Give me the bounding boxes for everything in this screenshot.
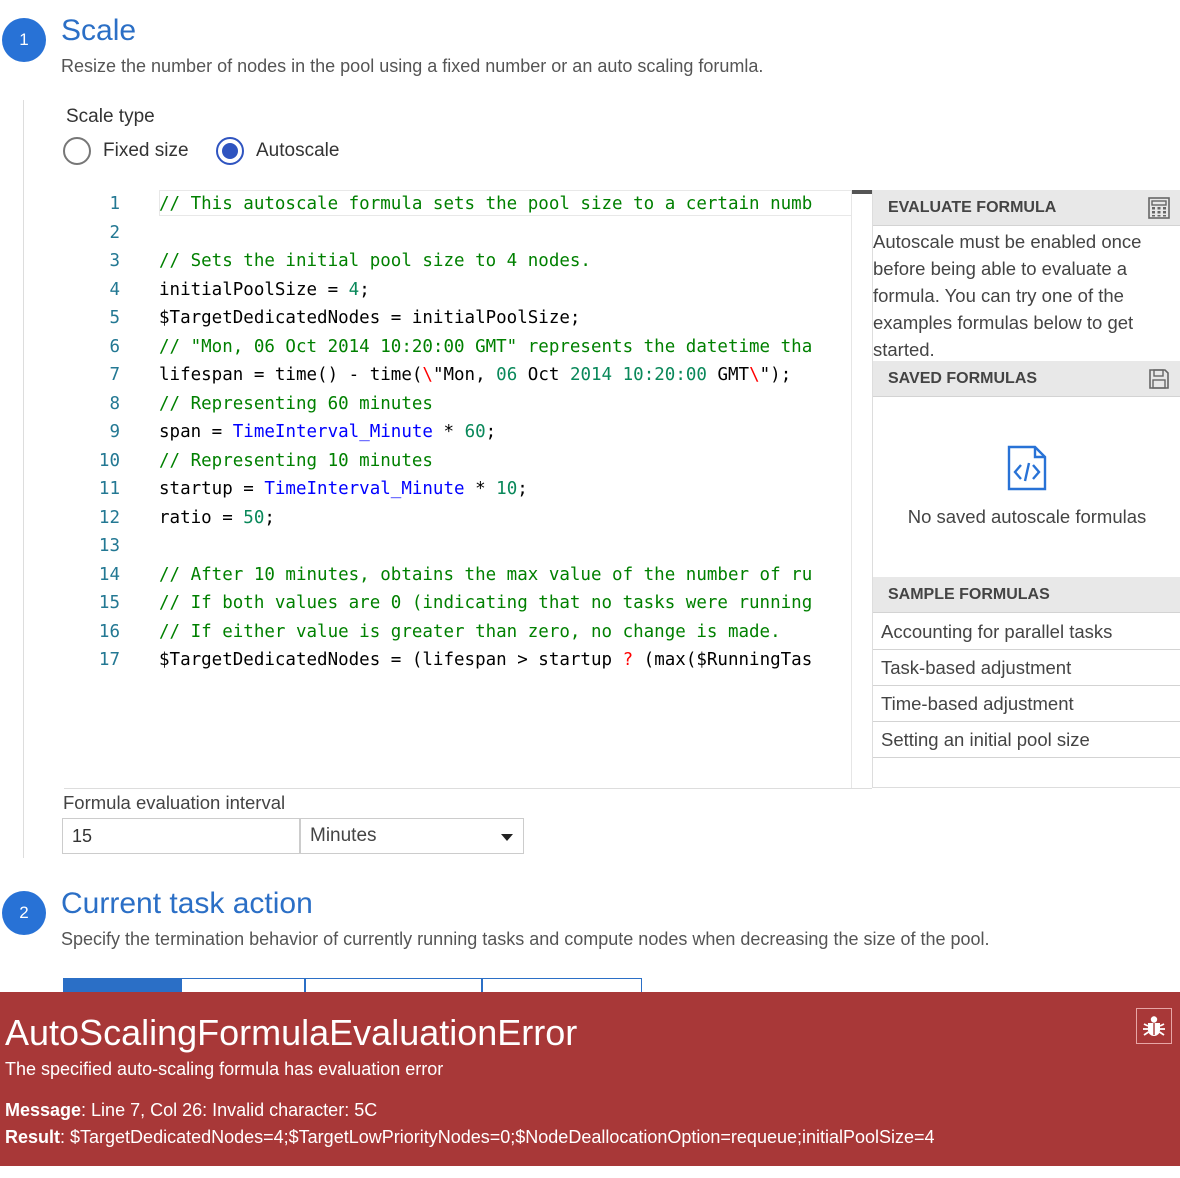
code-line: 9 span = TimeInterval_Minute * 60; [109,422,497,442]
code-line: 14// After 10 minutes, obtains the max v… [98,565,813,585]
code-line: 7 lifespan = time() - time(\"Mon, 06 Oct … [109,365,792,385]
error-result-label: Result [5,1127,61,1147]
code-line: 6// "Mon, 06 Oct 2014 10:20:00 GMT" repr… [109,337,813,357]
task-action-option[interactable] [305,978,482,992]
code-line: 1// This autoscale formula sets the pool… [109,194,813,214]
section-divider-line [23,100,24,858]
error-subtitle: The specified auto-scaling formula has e… [5,1059,444,1079]
radio-fixed-size-label: Fixed size [103,140,189,161]
step-1-badge: 1 [2,18,46,62]
radio-autoscale-circle[interactable] [216,137,244,165]
report-bug-button[interactable] [1136,1008,1172,1044]
scale-type-label: Scale type [66,106,155,127]
panel-bottom-border [873,787,1180,788]
radio-autoscale-label: Autoscale [256,140,340,161]
saved-formulas-header[interactable]: SAVED FORMULAS [873,361,1180,397]
editor-scrollbar-thumb[interactable] [852,190,872,194]
evaluate-formula-text: Autoscale must be enabled once before be… [873,231,1142,360]
code-line: 15// If both values are 0 (indicating th… [98,593,813,613]
sample-formulas-title: SAMPLE FORMULAS [888,585,1050,603]
code-file-icon [1007,445,1047,491]
task-action-option[interactable] [482,978,642,992]
code-line: 3// Sets the initial pool size to 4 node… [109,251,591,271]
chevron-down-icon [501,834,513,841]
radio-autoscale[interactable]: Autoscale [216,137,339,165]
formula-side-panel: EVALUATE FORMULA Autoscale must be enabl… [872,190,1180,788]
editor-scrollbar[interactable] [851,190,872,788]
step-2-badge: 2 [2,891,46,935]
error-result-value: : $TargetDedicatedNodes=4;$TargetLowPrio… [60,1127,935,1147]
code-line: 17 $TargetDedicatedNodes = (lifespan > st… [98,650,813,670]
sample-formulas-header: SAMPLE FORMULAS [873,577,1180,613]
interval-value-input[interactable]: 15 [62,818,300,854]
task-action-section-description: Specify the termination behavior of curr… [61,929,990,949]
scale-section-title: Scale [61,14,137,47]
task-action-options [63,978,642,992]
no-saved-formulas-text: No saved autoscale formulas [907,506,1147,527]
code-line: 12 ratio = 50; [98,508,275,528]
error-message: Message: Line 7, Col 26: Invalid charact… [5,1100,377,1121]
calculator-icon[interactable] [1147,196,1171,220]
code-line: 5 $TargetDedicatedNodes = initialPoolSize… [109,308,581,328]
code-line: 16// If either value is greater than zer… [98,622,781,642]
evaluate-formula-header[interactable]: EVALUATE FORMULA [873,190,1180,226]
radio-fixed-size[interactable]: Fixed size [63,137,189,165]
error-result: Result: $TargetDedicatedNodes=4;$TargetL… [5,1127,935,1148]
sample-formula-parallel-tasks[interactable]: Accounting for parallel tasks [873,614,1180,650]
sample-formula-task-based[interactable]: Task-based adjustment [873,650,1180,686]
interval-label: Formula evaluation interval [63,792,286,813]
sample-formula-initial-pool-size[interactable]: Setting an initial pool size [873,722,1180,758]
task-action-option[interactable] [181,978,305,992]
interval-unit-value: Minutes [310,825,377,846]
error-message-value: : Line 7, Col 26: Invalid character: 5C [81,1100,378,1120]
code-line: 4 initialPoolSize = 4; [109,280,370,300]
scale-section-description: Resize the number of nodes in the pool u… [61,56,764,76]
task-action-section-title: Current task action [61,887,313,920]
saved-formulas-title: SAVED FORMULAS [888,369,1038,387]
code-line: 10// Representing 10 minutes [98,451,433,471]
code-line: 11 startup = TimeInterval_Minute * 10; [98,479,528,499]
radio-fixed-size-circle[interactable] [63,137,91,165]
code-line: 2 [109,223,120,243]
interval-unit-select[interactable]: Minutes [300,818,524,854]
code-line: 13 [98,536,120,556]
bug-icon [1143,1016,1165,1036]
error-message-label: Message [5,1100,82,1120]
evaluate-formula-title: EVALUATE FORMULA [888,198,1057,216]
sample-formula-time-based[interactable]: Time-based adjustment [873,686,1180,722]
code-line: 8// Representing 60 minutes [109,394,433,414]
formula-editor[interactable]: 1// This autoscale formula sets the pool… [64,190,872,789]
error-banner: AutoScalingFormulaEvaluationError The sp… [0,992,1180,1166]
error-title: AutoScalingFormulaEvaluationError [5,1012,578,1053]
save-icon[interactable] [1147,367,1171,391]
task-action-option[interactable] [63,978,181,992]
